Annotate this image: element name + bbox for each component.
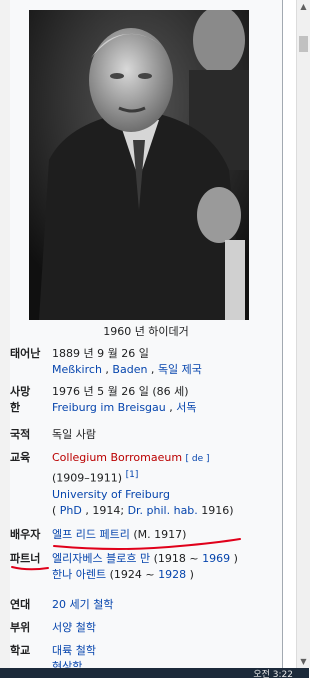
red-annotation-marks — [11, 538, 241, 571]
vertical-scrollbar[interactable]: ▲ ▼ — [296, 0, 310, 668]
taskbar-clock[interactable]: 오전 3:22 — [253, 667, 293, 680]
scroll-down-arrow-icon[interactable]: ▼ — [297, 655, 310, 668]
taskbar: 오전 3:22 — [0, 667, 309, 680]
article-page: 1960 년 하이데거 태어난 1889 년 9 월 26 일 Meßkirch… — [0, 0, 296, 668]
scrollbar-thumb[interactable] — [299, 36, 308, 52]
scroll-up-arrow-icon[interactable]: ▲ — [297, 0, 310, 13]
